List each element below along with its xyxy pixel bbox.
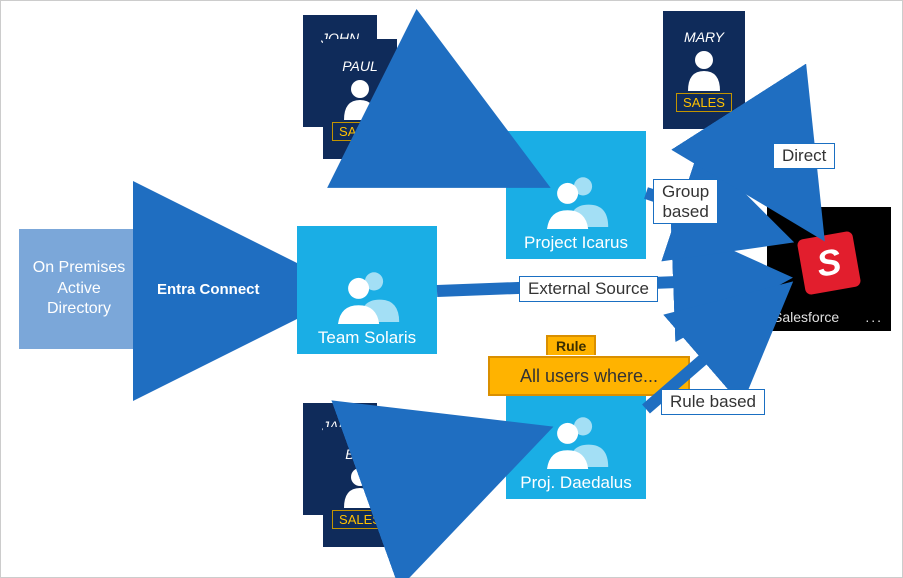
user-card-mary: MARY SALES [663,11,745,129]
group-label: Proj. Daedalus [520,473,632,493]
user-dept: SALES [676,93,732,112]
group-project-icarus: Project Icarus [506,131,646,259]
user-name: MARY [684,29,724,45]
tag-direct: Direct [773,143,835,169]
user-card-bob: BOB SALES [323,427,397,547]
group-team-solaris: Team Solaris [297,226,437,354]
more-icon[interactable]: ... [865,309,883,325]
person-icon [340,76,380,120]
group-label: Team Solaris [318,328,416,348]
tag-external-source: External Source [519,276,658,302]
onprem-ad-box: On Premises Active Directory [19,229,139,349]
rule-tab: Rule [546,335,596,355]
person-icon [684,47,724,91]
user-dept: SALES [332,122,388,141]
group-label: Project Icarus [524,233,628,253]
people-icon [541,409,611,469]
tag-group-based: Group based [653,179,718,224]
tag-rule-based: Rule based [661,389,765,415]
user-name: PAUL [342,58,378,74]
arrow-bob-daedalus [397,441,517,501]
entra-connect-label: Entra Connect [149,279,268,300]
user-card-paul: PAUL SALES [323,39,397,159]
user-dept: SALES [332,510,388,529]
people-icon [332,264,402,324]
arrow-paul-icarus [397,101,517,181]
user-name: BOB [345,446,375,462]
people-icon [541,169,611,229]
salesforce-icon: S [797,231,862,296]
person-icon [340,464,380,508]
